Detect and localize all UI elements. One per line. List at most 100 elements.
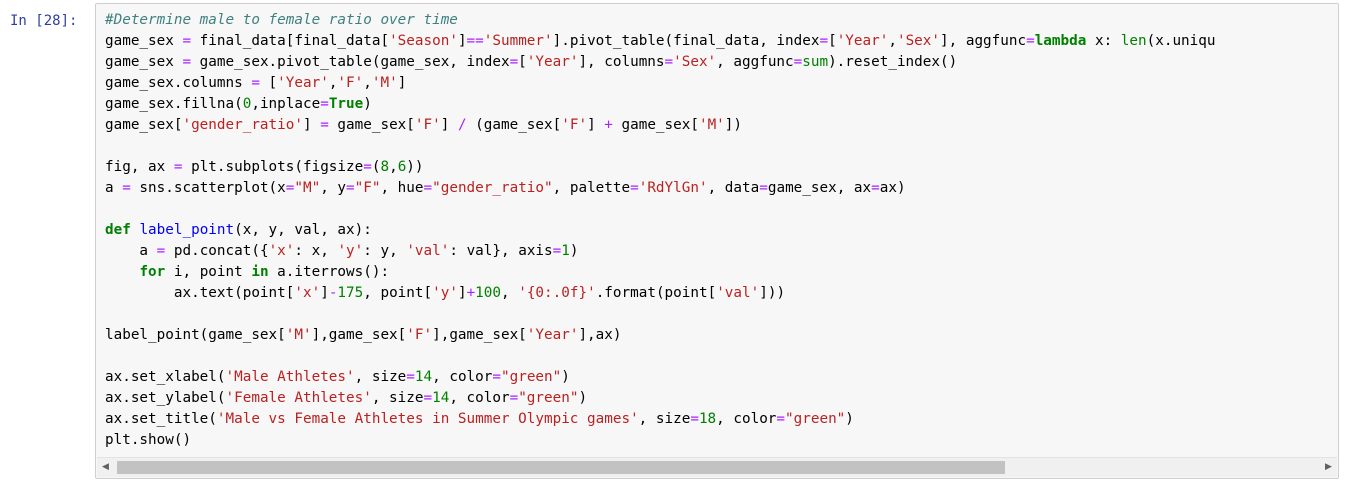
code-token: plt.subplots(figsize bbox=[182, 159, 364, 175]
code-token: label_point(game_sex[ bbox=[105, 327, 286, 343]
code-token: ])) bbox=[759, 285, 786, 301]
code-token: pd.concat({ bbox=[165, 243, 269, 259]
code-token: = bbox=[630, 180, 639, 196]
code-token: = bbox=[509, 54, 519, 70]
code-token: "gender_ratio" bbox=[432, 180, 553, 196]
code-token: ).reset_index() bbox=[828, 54, 958, 70]
code-token: ],ax) bbox=[578, 327, 622, 343]
code-token: ] bbox=[457, 33, 467, 49]
code-token: 'RdYlGn' bbox=[638, 180, 708, 196]
code-token: , size bbox=[638, 411, 691, 427]
code-token: ]) bbox=[724, 117, 743, 133]
code-token: = bbox=[363, 159, 372, 175]
code-token: ],game_sex[ bbox=[311, 327, 407, 343]
code-token: a bbox=[105, 180, 123, 196]
scroll-left-arrow-icon[interactable]: ◀ bbox=[97, 458, 114, 477]
code-token: : x, bbox=[294, 243, 338, 259]
code-token: = bbox=[1026, 33, 1035, 49]
horizontal-scrollbar[interactable]: ◀ ▶ bbox=[97, 457, 1337, 477]
code-token: 'F' bbox=[561, 117, 588, 133]
code-token: , size bbox=[354, 369, 407, 385]
code-token: 'y' bbox=[432, 285, 458, 301]
code-token: = bbox=[251, 75, 260, 91]
code-token: 'M' bbox=[371, 75, 398, 91]
code-token: ], columns bbox=[578, 54, 665, 70]
code-token: (x, y, val, ax): bbox=[234, 222, 372, 238]
code-token: ) bbox=[845, 411, 854, 427]
code-line: game_sex['gender_ratio'] = game_sex['F']… bbox=[105, 115, 1338, 136]
code-token: ] bbox=[397, 75, 407, 91]
code-token: = bbox=[406, 369, 415, 385]
code-token: a.iterrows(): bbox=[268, 264, 390, 280]
code-token: 'Female Athletes' bbox=[225, 390, 372, 406]
code-line: for i, point in a.iterrows(): bbox=[105, 262, 1338, 283]
code-token: 'y' bbox=[337, 243, 364, 259]
code-line: plt.show() bbox=[105, 430, 1338, 451]
code-token: "F" bbox=[354, 180, 381, 196]
code-token: : val}, axis bbox=[449, 243, 553, 259]
code-token: 'x' bbox=[268, 243, 295, 259]
code-token: 'val' bbox=[406, 243, 450, 259]
code-token: 'Male Athletes' bbox=[225, 369, 355, 385]
code-token: , color bbox=[432, 369, 493, 385]
code-token: ) bbox=[569, 243, 579, 259]
code-line: game_sex = final_data[final_data['Season… bbox=[105, 31, 1338, 52]
code-token: (x.uniqu bbox=[1146, 33, 1216, 49]
code-token: , palette bbox=[552, 180, 631, 196]
code-cell[interactable]: #Determine male to female ratio over tim… bbox=[95, 3, 1339, 479]
code-token: , y bbox=[320, 180, 347, 196]
code-token: 1 bbox=[561, 243, 570, 259]
code-line: a = pd.concat({'x': x, 'y': y, 'val': va… bbox=[105, 241, 1338, 262]
code-token: len bbox=[1120, 33, 1147, 49]
code-token: game_sex, ax bbox=[767, 180, 872, 196]
code-token: 'F' bbox=[337, 75, 364, 91]
code-token: ],game_sex[ bbox=[432, 327, 527, 343]
code-token: 100 bbox=[475, 285, 501, 301]
code-token: , bbox=[501, 285, 519, 301]
code-token: = bbox=[776, 411, 786, 427]
code-line: #Determine male to female ratio over tim… bbox=[105, 10, 1338, 31]
code-line: fig, ax = plt.subplots(figsize=(8,6)) bbox=[105, 157, 1338, 178]
code-token: = bbox=[320, 96, 329, 112]
code-token: 175 bbox=[337, 285, 364, 301]
code-token: 14 bbox=[414, 369, 433, 385]
code-line: game_sex = game_sex.pivot_table(game_sex… bbox=[105, 52, 1338, 73]
code-token: "green" bbox=[518, 390, 579, 406]
code-token: game_sex.pivot_table(game_sex, index bbox=[191, 54, 510, 70]
code-token: 'Year' bbox=[526, 54, 579, 70]
code-line: def label_point(x, y, val, ax): bbox=[105, 220, 1338, 241]
code-token: ax.set_ylabel( bbox=[105, 390, 226, 406]
code-token: = bbox=[423, 390, 433, 406]
code-token: game_sex.columns bbox=[105, 75, 252, 91]
code-editor[interactable]: #Determine male to female ratio over tim… bbox=[105, 10, 1338, 460]
scroll-right-arrow-icon[interactable]: ▶ bbox=[1320, 458, 1337, 477]
code-token: = bbox=[346, 180, 355, 196]
code-token: 'Summer' bbox=[483, 33, 553, 49]
code-token: ) bbox=[578, 390, 588, 406]
scrollbar-thumb[interactable] bbox=[117, 461, 1005, 474]
code-token: / bbox=[457, 117, 467, 133]
code-token: = bbox=[492, 369, 501, 385]
code-token: = bbox=[664, 54, 674, 70]
code-token: True bbox=[328, 96, 364, 112]
code-token: game_sex[ bbox=[612, 117, 699, 133]
code-line: ax.set_xlabel('Male Athletes', size=14, … bbox=[105, 367, 1338, 388]
code-token: = bbox=[122, 180, 131, 196]
code-token: def bbox=[105, 222, 131, 238]
code-token: "M" bbox=[294, 180, 321, 196]
code-line: ax.text(point['x']-175, point['y']+100, … bbox=[105, 283, 1338, 304]
code-token: 'Year' bbox=[526, 327, 579, 343]
code-token: = bbox=[320, 117, 329, 133]
code-token: 8 bbox=[380, 159, 390, 175]
code-token: , size bbox=[371, 390, 424, 406]
code-token: ax.text(point[ bbox=[105, 285, 295, 301]
code-token: = bbox=[182, 33, 192, 49]
code-line: a = sns.scatterplot(x="M", y="F", hue="g… bbox=[105, 178, 1338, 199]
code-token: = bbox=[793, 54, 803, 70]
code-line: ax.set_ylabel('Female Athletes', size=14… bbox=[105, 388, 1338, 409]
code-token: "green" bbox=[785, 411, 846, 427]
code-token: )) bbox=[406, 159, 424, 175]
